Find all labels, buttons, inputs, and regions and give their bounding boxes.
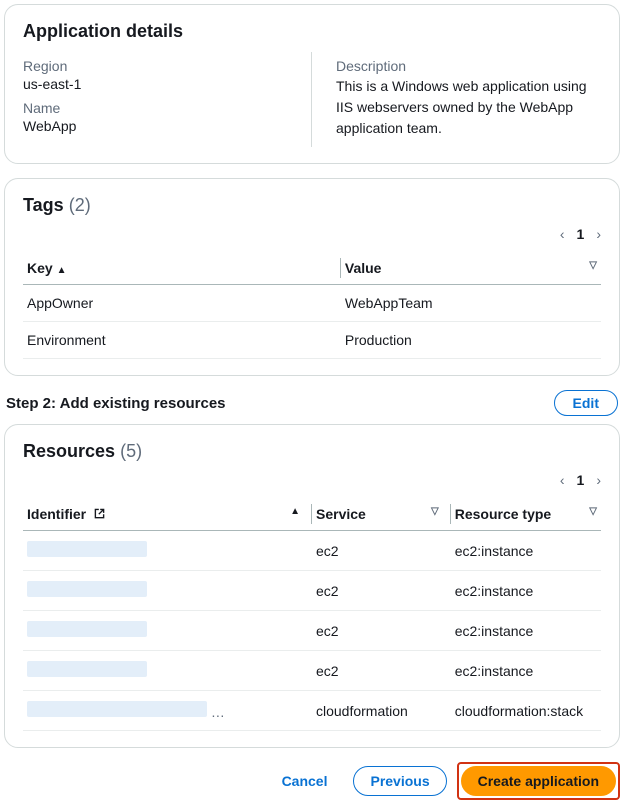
prev-page-icon[interactable]: ‹: [560, 226, 565, 242]
app-details-row: Region us-east-1 Name WebApp Description…: [23, 52, 601, 147]
sort-icon: ▽: [431, 506, 439, 517]
name-value: WebApp: [23, 118, 297, 134]
resource-identifier: [23, 571, 312, 611]
tag-key: AppOwner: [23, 285, 341, 322]
tags-title: Tags (2): [23, 195, 601, 216]
tags-page-number: 1: [577, 226, 585, 242]
table-row: ec2 ec2:instance: [23, 611, 601, 651]
step2-title: Step 2: Add existing resources: [6, 395, 226, 412]
create-application-button[interactable]: Create application: [461, 766, 616, 796]
region-label: Region: [23, 58, 297, 74]
table-row: … cloudformation cloudformation:stack: [23, 691, 601, 731]
edit-button[interactable]: Edit: [554, 390, 618, 416]
resource-type: ec2:instance: [451, 531, 601, 571]
table-row: Environment Production: [23, 322, 601, 359]
ellipsis: …: [207, 704, 225, 720]
resources-title-text: Resources: [23, 441, 115, 461]
redacted-placeholder: [27, 621, 147, 637]
resources-title: Resources (5): [23, 441, 601, 462]
table-row: ec2 ec2:instance: [23, 531, 601, 571]
resource-service: ec2: [312, 571, 451, 611]
tags-col-key[interactable]: Key ▲: [23, 252, 341, 285]
tags-table: Key ▲ Value ▽ AppOwner WebAppTeam Enviro…: [23, 252, 601, 359]
next-page-icon[interactable]: ›: [596, 226, 601, 242]
cancel-button[interactable]: Cancel: [266, 767, 344, 795]
resources-panel: Resources (5) ‹ 1 › Identifier ▲ Service: [4, 424, 620, 748]
resource-type: ec2:instance: [451, 571, 601, 611]
resource-type: ec2:instance: [451, 611, 601, 651]
tags-col-value[interactable]: Value ▽: [341, 252, 601, 285]
resource-type: cloudformation:stack: [451, 691, 601, 731]
prev-page-icon[interactable]: ‹: [560, 472, 565, 488]
resource-service: cloudformation: [312, 691, 451, 731]
tags-panel: Tags (2) ‹ 1 › Key ▲ Value ▽ AppOwner We…: [4, 178, 620, 376]
resources-table: Identifier ▲ Service ▽ Resource type ▽: [23, 498, 601, 731]
resources-page-number: 1: [577, 472, 585, 488]
resource-type: ec2:instance: [451, 651, 601, 691]
description-value: This is a Windows web application using …: [336, 76, 601, 139]
tags-title-text: Tags: [23, 195, 64, 215]
resource-service: ec2: [312, 611, 451, 651]
resource-identifier: [23, 611, 312, 651]
resource-identifier: [23, 651, 312, 691]
tag-value: WebAppTeam: [341, 285, 601, 322]
table-row: ec2 ec2:instance: [23, 651, 601, 691]
tags-count: (2): [69, 195, 91, 215]
tag-key: Environment: [23, 322, 341, 359]
app-details-title: Application details: [23, 21, 601, 42]
resource-identifier: [23, 531, 312, 571]
next-page-icon[interactable]: ›: [596, 472, 601, 488]
resources-count: (5): [120, 441, 142, 461]
sort-asc-icon: ▲: [57, 265, 67, 276]
tags-pager: ‹ 1 ›: [23, 226, 601, 242]
redacted-placeholder: [27, 701, 207, 717]
resource-service: ec2: [312, 531, 451, 571]
redacted-placeholder: [27, 541, 147, 557]
sort-asc-icon: ▲: [290, 506, 300, 517]
footer-actions: Cancel Previous Create application: [4, 762, 620, 800]
sort-icon: ▽: [589, 260, 597, 271]
description-label: Description: [336, 58, 601, 74]
external-link-icon: [94, 508, 105, 522]
create-highlight: Create application: [457, 762, 620, 800]
resources-col-service[interactable]: Service ▽: [312, 498, 451, 531]
resource-identifier: …: [23, 691, 312, 731]
application-details-panel: Application details Region us-east-1 Nam…: [4, 4, 620, 164]
redacted-placeholder: [27, 581, 147, 597]
redacted-placeholder: [27, 661, 147, 677]
previous-button[interactable]: Previous: [353, 766, 446, 796]
resource-service: ec2: [312, 651, 451, 691]
table-row: AppOwner WebAppTeam: [23, 285, 601, 322]
tag-value: Production: [341, 322, 601, 359]
step2-header: Step 2: Add existing resources Edit: [6, 390, 618, 416]
region-value: us-east-1: [23, 76, 297, 92]
table-row: ec2 ec2:instance: [23, 571, 601, 611]
sort-icon: ▽: [589, 506, 597, 517]
resources-pager: ‹ 1 ›: [23, 472, 601, 488]
resources-col-type[interactable]: Resource type ▽: [451, 498, 601, 531]
name-label: Name: [23, 100, 297, 116]
app-details-right: Description This is a Windows web applic…: [312, 52, 601, 147]
resources-col-identifier[interactable]: Identifier ▲: [23, 498, 312, 531]
app-details-left: Region us-east-1 Name WebApp: [23, 52, 312, 147]
